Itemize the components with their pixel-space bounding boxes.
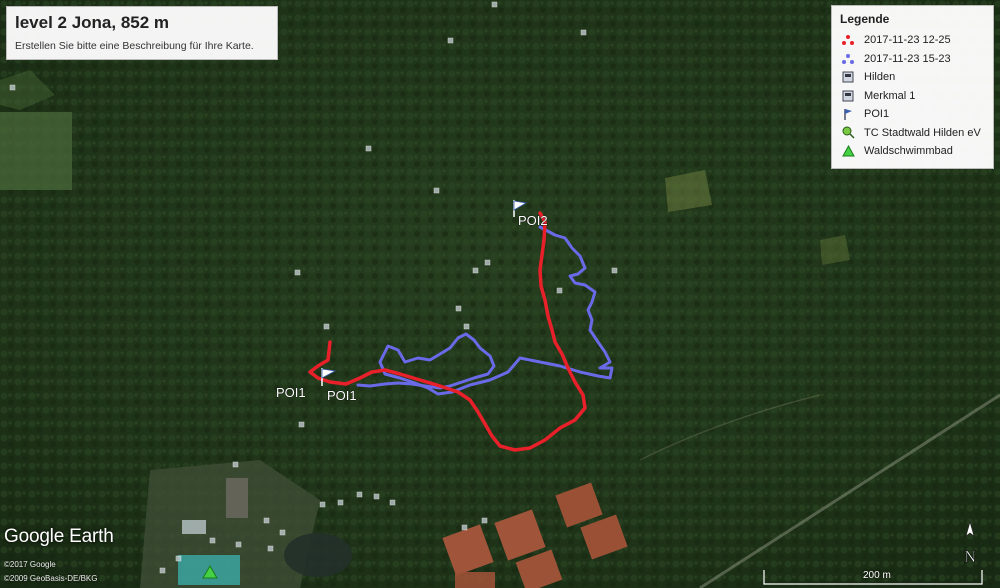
- tennis-icon: [840, 126, 856, 140]
- legend-item-merkmal[interactable]: Merkmal 1: [840, 87, 985, 106]
- poi1-label: POI1: [276, 385, 306, 400]
- blue-dots-icon: [840, 52, 856, 66]
- map-title: level 2 Jona, 852 m: [15, 13, 170, 32]
- legend-item-track-2[interactable]: 2017-11-23 15-23: [840, 50, 985, 69]
- flag-icon: [840, 107, 856, 121]
- poi2-label: POI2: [518, 213, 548, 228]
- north-arrow-icon[interactable]: N: [958, 520, 982, 568]
- map-title-panel: level 2 Jona, 852 m Erstellen Sie bitte …: [6, 6, 278, 60]
- field-patch: [0, 112, 72, 190]
- legend-item-track-1[interactable]: 2017-11-23 12-25: [840, 31, 985, 50]
- placemark-square-icon: [840, 89, 856, 103]
- scale-label: 200 m: [863, 570, 891, 581]
- legend-heading: Legende: [840, 12, 890, 26]
- legend-item-hilden[interactable]: Hilden: [840, 68, 985, 87]
- legend-item-poi1[interactable]: POI1: [840, 105, 985, 124]
- legend-panel: Legende 2017-11-23 12-25 2017-11-23 15-2…: [831, 5, 994, 169]
- poi1-label-secondary: POI1: [327, 388, 357, 403]
- legend-item-waldschwimmbad[interactable]: Waldschwimmbad: [840, 142, 985, 161]
- google-earth-logo: Google Earth: [4, 526, 114, 547]
- copyright-google: ©2017 Google: [4, 560, 56, 569]
- scale-bar: 200 m: [763, 568, 983, 586]
- map-description: Erstellen Sie bitte eine Beschreibung fü…: [15, 40, 254, 52]
- red-dots-icon: [840, 33, 856, 47]
- tree-icon: [840, 144, 856, 158]
- pond: [284, 533, 352, 577]
- placemark-square-icon: [840, 70, 856, 84]
- legend-item-tc-stadtwald[interactable]: TC Stadtwald Hilden eV: [840, 124, 985, 143]
- north-label: N: [964, 547, 976, 566]
- copyright-geobasis: ©2009 GeoBasis-DE/BKG: [4, 574, 98, 583]
